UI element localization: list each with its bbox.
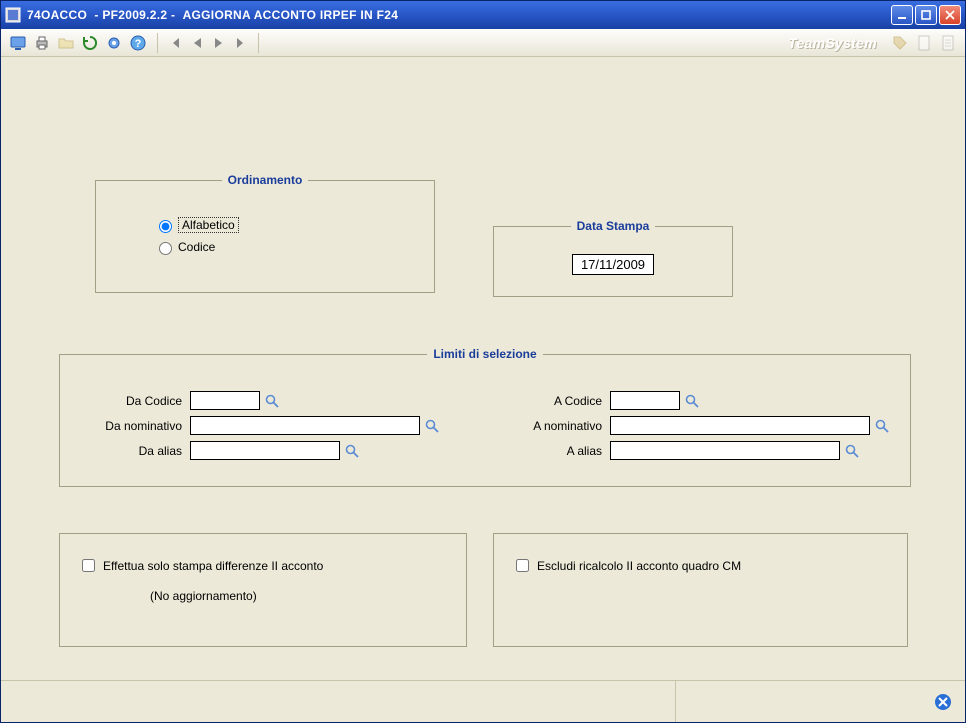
title-sep2: -	[167, 8, 182, 22]
ordinamento-codice-label[interactable]: Codice	[178, 240, 215, 254]
solo-stampa-sublabel: (No aggiornamento)	[150, 589, 448, 603]
nav-first-icon[interactable]	[166, 34, 184, 52]
limiti-group: Limiti di selezione Da Codice Da nominat…	[59, 347, 911, 487]
toolbar-settings-icon[interactable]	[103, 32, 125, 54]
a-nominativo-lookup-icon[interactable]	[874, 418, 890, 434]
da-nominativo-input[interactable]	[190, 416, 420, 435]
a-nominativo-label: A nominativo	[500, 419, 610, 433]
a-alias-input[interactable]	[610, 441, 840, 460]
nav-prev-icon[interactable]	[188, 34, 206, 52]
toolbar-separator-1	[157, 33, 158, 53]
a-codice-label: A Codice	[500, 394, 610, 408]
ordinamento-alfabetico-label[interactable]: Alfabetico	[178, 217, 239, 233]
da-nominativo-label: Da nominativo	[80, 419, 190, 433]
toolbar-folder-icon[interactable]	[55, 32, 77, 54]
nav-last-icon[interactable]	[232, 34, 250, 52]
client-area: Ordinamento Alfabetico Codice Data Stamp…	[1, 57, 965, 680]
a-nominativo-input[interactable]	[610, 416, 870, 435]
solo-stampa-checkbox[interactable]	[82, 559, 95, 572]
statusbar-close-icon[interactable]	[933, 692, 953, 712]
toolbar-doc1-icon[interactable]	[913, 32, 935, 54]
statusbar-left	[1, 681, 675, 722]
brand-label: TeamSystem	[788, 35, 887, 51]
title-app-code: 74OACCO	[27, 8, 87, 22]
a-codice-input[interactable]	[610, 391, 680, 410]
da-nominativo-lookup-icon[interactable]	[424, 418, 440, 434]
a-codice-lookup-icon[interactable]	[684, 393, 700, 409]
da-codice-lookup-icon[interactable]	[264, 393, 280, 409]
app-window: 74OACCO - PF2009.2.2 - AGGIORNA ACCONTO …	[0, 0, 966, 723]
da-codice-label: Da Codice	[80, 394, 190, 408]
toolbar-separator-2	[258, 33, 259, 53]
title-sep1: -	[87, 8, 102, 22]
ordinamento-alfabetico-radio[interactable]	[159, 220, 172, 233]
data-stampa-group: Data Stampa 17/11/2009	[493, 219, 733, 297]
solo-stampa-label: Effettua solo stampa differenze II accon…	[103, 559, 323, 573]
toolbar-tag-icon[interactable]	[889, 32, 911, 54]
ordinamento-group: Ordinamento Alfabetico Codice	[95, 173, 435, 293]
statusbar-right	[675, 681, 965, 722]
close-button[interactable]	[939, 5, 961, 25]
app-icon	[5, 7, 21, 23]
escludi-panel: Escludi ricalcolo II acconto quadro CM	[493, 533, 908, 647]
toolbar-print-icon[interactable]	[31, 32, 53, 54]
da-alias-input[interactable]	[190, 441, 340, 460]
statusbar	[1, 680, 965, 722]
data-stampa-field[interactable]: 17/11/2009	[572, 254, 654, 275]
escludi-checkbox[interactable]	[516, 559, 529, 572]
ordinamento-legend: Ordinamento	[222, 173, 309, 187]
toolbar-doc2-icon[interactable]	[937, 32, 959, 54]
limiti-legend: Limiti di selezione	[427, 347, 542, 361]
solo-stampa-panel: Effettua solo stampa differenze II accon…	[59, 533, 467, 647]
nav-next-icon[interactable]	[210, 34, 228, 52]
toolbar-refresh-icon[interactable]	[79, 32, 101, 54]
a-alias-label: A alias	[500, 444, 610, 458]
ordinamento-codice-radio[interactable]	[159, 242, 172, 255]
title-version: PF2009.2.2	[102, 8, 167, 22]
minimize-button[interactable]	[891, 5, 913, 25]
svg-text:?: ?	[135, 38, 142, 50]
titlebar: 74OACCO - PF2009.2.2 - AGGIORNA ACCONTO …	[1, 1, 965, 29]
toolbar: ? TeamSystem	[1, 29, 965, 57]
da-alias-lookup-icon[interactable]	[344, 443, 360, 459]
da-codice-input[interactable]	[190, 391, 260, 410]
data-stampa-legend: Data Stampa	[571, 219, 656, 233]
a-alias-lookup-icon[interactable]	[844, 443, 860, 459]
da-alias-label: Da alias	[80, 444, 190, 458]
title-subtitle: AGGIORNA ACCONTO IRPEF IN F24	[183, 8, 399, 22]
toolbar-help-icon[interactable]: ?	[127, 32, 149, 54]
maximize-button[interactable]	[915, 5, 937, 25]
escludi-label: Escludi ricalcolo II acconto quadro CM	[537, 559, 741, 573]
toolbar-screen-icon[interactable]	[7, 32, 29, 54]
